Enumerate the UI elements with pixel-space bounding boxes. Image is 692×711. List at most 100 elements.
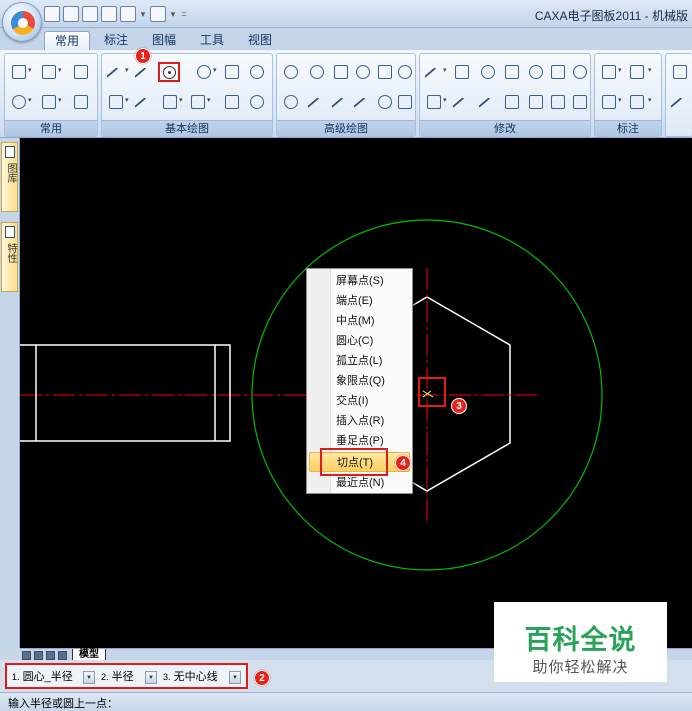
menu-item-isolated-point[interactable]: 孤立点(L) xyxy=(309,351,410,371)
dimension-icon[interactable] xyxy=(599,62,617,80)
redo-icon[interactable] xyxy=(150,6,166,22)
menu-item-center[interactable]: 圆心(C) xyxy=(309,331,410,351)
layer-icon[interactable] xyxy=(9,62,27,80)
tab-view[interactable]: 视图 xyxy=(238,31,282,50)
break-line-icon[interactable] xyxy=(331,92,349,110)
circle-tool-button[interactable] xyxy=(158,62,180,82)
extend-icon[interactable] xyxy=(452,92,470,110)
block-icon[interactable] xyxy=(188,92,206,110)
undo-icon[interactable] xyxy=(120,6,136,22)
title-bar: ▾ ▾ = CAXA电子图板2011 - 机械版 xyxy=(0,0,692,28)
new-file-icon[interactable] xyxy=(44,6,60,22)
tab-frame[interactable]: 图幅 xyxy=(142,31,186,50)
customize-qat-icon[interactable]: = xyxy=(180,9,188,19)
offset-icon[interactable] xyxy=(570,92,588,110)
prev-tab-icon[interactable] xyxy=(34,651,43,660)
arc-icon[interactable] xyxy=(194,62,212,80)
last-tab-icon[interactable] xyxy=(58,651,67,660)
line-icon[interactable] xyxy=(106,62,124,80)
move-icon[interactable] xyxy=(452,62,470,80)
rotate-icon[interactable] xyxy=(526,62,544,80)
menu-item-intersection[interactable]: 交点(I) xyxy=(309,391,410,411)
mirror-icon[interactable] xyxy=(502,62,520,80)
app-menu-button[interactable] xyxy=(2,2,42,42)
group-dimension: ▾ ▾ ▾ ▾ 标注 xyxy=(594,53,662,137)
stretch-icon[interactable] xyxy=(502,92,520,110)
side-tab-library[interactable]: 图库 xyxy=(1,142,18,212)
side-tab-properties[interactable]: 特性 xyxy=(1,222,18,292)
pan-icon[interactable] xyxy=(39,92,57,110)
arrow-icon[interactable] xyxy=(353,92,371,110)
gear-icon[interactable] xyxy=(375,92,393,110)
hatch-icon[interactable] xyxy=(160,92,178,110)
chevron-down-icon[interactable]: ▼ xyxy=(145,671,157,684)
refresh-icon[interactable] xyxy=(71,62,89,80)
menu-item-insertion[interactable]: 插入点(R) xyxy=(309,411,410,431)
cursor-highlight-box xyxy=(418,377,446,407)
trim-icon[interactable] xyxy=(570,62,588,80)
menu-item-quadrant[interactable]: 象限点(Q) xyxy=(309,371,410,391)
delete-icon[interactable] xyxy=(424,62,442,80)
properties-panel-icon[interactable] xyxy=(670,62,688,80)
menu-item-nearest[interactable]: 最近点(N) xyxy=(309,473,410,493)
parallel-line-icon[interactable] xyxy=(134,62,152,80)
shaft-icon[interactable] xyxy=(395,92,413,110)
ribbon-tabs: 常用 标注 图幅 工具 视图 xyxy=(0,28,692,50)
properties-icon[interactable] xyxy=(71,92,89,110)
quick-access-toolbar: ▾ ▾ = xyxy=(44,5,188,23)
dropdown-arrow-icon[interactable]: ▾ xyxy=(169,9,177,20)
app-orb-icon xyxy=(11,11,35,35)
group-label: 基本绘图 xyxy=(102,120,272,136)
copy-icon[interactable] xyxy=(478,62,496,80)
option-2-label: 2. 半径 xyxy=(101,671,134,683)
tab-annotate[interactable]: 标注 xyxy=(94,31,138,50)
polygon-icon[interactable] xyxy=(375,62,393,80)
tolerance-icon[interactable] xyxy=(599,92,617,110)
scale-icon[interactable] xyxy=(424,92,442,110)
chevron-down-icon[interactable]: ▼ xyxy=(229,671,241,684)
chamfer-icon[interactable] xyxy=(526,92,544,110)
text-icon[interactable] xyxy=(106,92,124,110)
text-style-icon[interactable] xyxy=(627,62,645,80)
group-advanced-draw: 高级绘图 xyxy=(276,53,416,137)
menu-item-screen-point[interactable]: 屏幕点(S) xyxy=(309,271,410,291)
print-icon[interactable] xyxy=(101,6,117,22)
status-bar: 输入半径或圆上一点： xyxy=(0,692,692,711)
linetype-icon[interactable] xyxy=(39,62,57,80)
explode-icon[interactable] xyxy=(548,92,566,110)
annotation-badge-1: 1 xyxy=(135,48,151,64)
chevron-down-icon[interactable]: ▼ xyxy=(83,671,95,684)
open-file-icon[interactable] xyxy=(63,6,79,22)
tab-tools[interactable]: 工具 xyxy=(190,31,234,50)
centerline-icon[interactable] xyxy=(134,92,152,110)
lineweight-icon[interactable] xyxy=(670,92,688,110)
center-mark-icon[interactable] xyxy=(395,62,413,80)
dropdown-arrow-icon[interactable]: ▾ xyxy=(139,9,147,20)
first-tab-icon[interactable] xyxy=(22,651,31,660)
roughness-icon[interactable] xyxy=(627,92,645,110)
table-icon[interactable] xyxy=(222,92,240,110)
point-icon[interactable] xyxy=(307,62,325,80)
tangent-highlight-box xyxy=(320,448,388,476)
wave-line-icon[interactable] xyxy=(307,92,325,110)
circle-icon xyxy=(163,66,176,79)
menu-item-endpoint[interactable]: 端点(E) xyxy=(309,291,410,311)
command-prompt: 输入半径或圆上一点： xyxy=(8,698,118,710)
break-icon[interactable] xyxy=(478,92,496,110)
angle-line-icon[interactable] xyxy=(331,62,349,80)
menu-item-midpoint[interactable]: 中点(M) xyxy=(309,311,410,331)
group-basic-draw: ▾ ▾ ▾ ▾ ▾ 基本绘图 xyxy=(101,53,273,137)
next-tab-icon[interactable] xyxy=(46,651,55,660)
zoom-icon[interactable] xyxy=(9,92,27,110)
spline-icon[interactable] xyxy=(281,62,299,80)
rectangle-icon[interactable] xyxy=(222,62,240,80)
image-icon[interactable] xyxy=(247,92,265,110)
tab-common[interactable]: 常用 xyxy=(44,31,91,50)
annotation-badge-3: 3 xyxy=(451,398,467,414)
save-icon[interactable] xyxy=(82,6,98,22)
side-panel: 图库 特性 xyxy=(0,138,20,648)
array-icon[interactable] xyxy=(548,62,566,80)
fillet-icon[interactable] xyxy=(247,62,265,80)
hole-icon[interactable] xyxy=(281,92,299,110)
ellipse-icon[interactable] xyxy=(353,62,371,80)
